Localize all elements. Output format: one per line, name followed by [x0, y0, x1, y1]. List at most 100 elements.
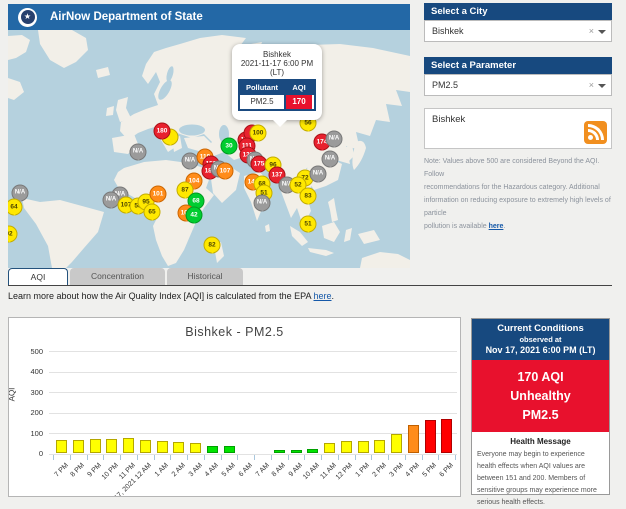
chart-x-tick — [170, 454, 172, 460]
chart-y-tick: 500 — [30, 346, 43, 356]
chart-x-tick — [254, 454, 256, 460]
chart-bar — [123, 438, 135, 454]
select-city-header: Select a City — [424, 3, 612, 20]
city-select-value: Bishkek — [432, 26, 464, 36]
chart-bar — [89, 439, 101, 454]
chart-x-tick — [69, 454, 71, 460]
chart-bar — [441, 418, 453, 454]
chart-x-tick — [371, 454, 373, 460]
chart-gridline — [49, 453, 457, 455]
chart-bar — [173, 441, 185, 454]
tab-historical[interactable]: Historical — [167, 268, 243, 285]
chart-x-tick — [304, 454, 306, 460]
cc-aqi-category: Unhealthy — [510, 389, 571, 403]
rss-panel: Bishkek — [424, 108, 612, 149]
chart-bar — [106, 438, 118, 454]
select-parameter-header: Select a Parameter — [424, 57, 612, 74]
chart-bar — [290, 450, 302, 454]
note-text: Note: Values above 500 are considered Be… — [424, 158, 611, 230]
chart-bar — [156, 440, 168, 454]
map-marker[interactable]: 42 — [185, 206, 203, 224]
cc-observed-at: observed at — [519, 335, 562, 344]
parameter-select[interactable]: PM2.5 × — [424, 74, 612, 96]
state-department-seal-icon: ★ — [18, 7, 37, 27]
chart-x-tick — [455, 454, 457, 460]
world-map[interactable]: 180N/AN/A6492N/AN/A107589510165N/A119152… — [8, 30, 410, 268]
map-marker[interactable]: 65 — [143, 203, 161, 221]
tab-aqi[interactable]: AQI — [8, 268, 68, 285]
chart-x-tick — [120, 454, 122, 460]
map-marker[interactable]: 107 — [216, 162, 234, 180]
chart-gridline — [49, 371, 457, 373]
chart-bar — [340, 440, 352, 454]
tab-concentration[interactable]: Concentration — [70, 268, 165, 285]
chart-x-tick — [287, 454, 289, 460]
chart-y-tick: 200 — [30, 408, 43, 417]
map-marker[interactable]: 180 — [153, 122, 171, 140]
popup-table: Pollutant AQI PM2.5 170 — [238, 79, 316, 111]
map-marker[interactable]: 51 — [299, 215, 317, 233]
chart-x-tick — [86, 454, 88, 460]
parameter-dropdown-icon[interactable] — [598, 84, 606, 92]
map-marker[interactable]: N/A — [253, 194, 271, 212]
chart-bar — [357, 440, 369, 454]
parameter-clear-icon[interactable]: × — [589, 75, 594, 95]
chart-y-tick: 100 — [30, 428, 43, 438]
popup-col-aqi: AQI — [284, 81, 312, 95]
chart-bar — [324, 443, 336, 454]
chart-gridline — [49, 392, 457, 393]
chart-x-tick — [203, 454, 205, 460]
parameter-select-value: PM2.5 — [432, 80, 459, 90]
current-aqi-box: 170 AQI Unhealthy PM2.5 — [472, 360, 609, 432]
map-popup: Bishkek 2021-11-17 6:00 PM (LT) Pollutan… — [232, 44, 322, 127]
current-conditions-panel: Current Conditions observed at Nov 17, 2… — [471, 318, 610, 506]
chart-y-tick: 300 — [30, 387, 43, 397]
map-marker[interactable]: N/A — [129, 143, 147, 161]
chart-bar — [307, 448, 319, 454]
chart-x-tick — [388, 454, 390, 460]
chart-bar — [72, 439, 84, 454]
app-header: ★ AirNow Department of State — [8, 4, 410, 30]
chart-title: Bishkek - PM2.5 — [185, 325, 284, 339]
map-marker[interactable]: 101 — [149, 185, 167, 203]
map-marker[interactable]: 83 — [299, 187, 317, 205]
map-marker[interactable]: N/A — [325, 130, 343, 148]
city-dropdown-icon[interactable] — [598, 30, 606, 38]
chart-bar — [139, 439, 151, 454]
health-message-text: Everyone may begin to experience health … — [477, 451, 597, 506]
chart-bar — [407, 424, 419, 454]
note-here-link[interactable]: here — [489, 223, 504, 230]
chart-x-tick — [337, 454, 339, 460]
map-marker[interactable]: N/A — [321, 150, 339, 168]
city-select[interactable]: Bishkek × — [424, 20, 612, 42]
chart-bar — [190, 443, 202, 454]
learn-more-link[interactable]: here — [314, 291, 332, 301]
chart-x-tick — [136, 454, 138, 460]
map-marker[interactable]: 82 — [203, 236, 221, 254]
rss-icon[interactable] — [584, 121, 607, 144]
chart-bar — [391, 433, 403, 454]
chart-x-tick — [103, 454, 105, 460]
app-title: AirNow Department of State — [50, 11, 203, 23]
chart-x-tick — [438, 454, 440, 460]
chart-x-tick — [153, 454, 155, 460]
learn-more-text: Learn more about how the Air Quality Ind… — [8, 291, 335, 301]
city-clear-icon[interactable]: × — [589, 21, 594, 41]
chart-x-tick — [321, 454, 323, 460]
map-marker[interactable]: N/A — [309, 165, 327, 183]
tab-divider — [8, 285, 612, 286]
chart-bar — [374, 439, 386, 454]
popup-datetime: 2021-11-17 6:00 PM — [240, 59, 314, 68]
popup-timezone: (LT) — [269, 68, 285, 77]
rss-city-label: Bishkek — [432, 114, 466, 125]
popup-pollutant-value: PM2.5 — [250, 97, 274, 106]
chart-x-tick — [187, 454, 189, 460]
health-message-box: Health Message Everyone may begin to exp… — [472, 437, 609, 509]
map-marker[interactable]: 30 — [220, 137, 238, 155]
health-message-title: Health Message — [510, 437, 571, 446]
chart-x-tick — [354, 454, 356, 460]
cc-aqi-value: 170 AQI — [517, 370, 564, 384]
popup-col-pollutant: Pollutant — [245, 83, 279, 92]
popup-city: Bishkek — [262, 50, 291, 59]
chart-gridline — [49, 351, 457, 352]
